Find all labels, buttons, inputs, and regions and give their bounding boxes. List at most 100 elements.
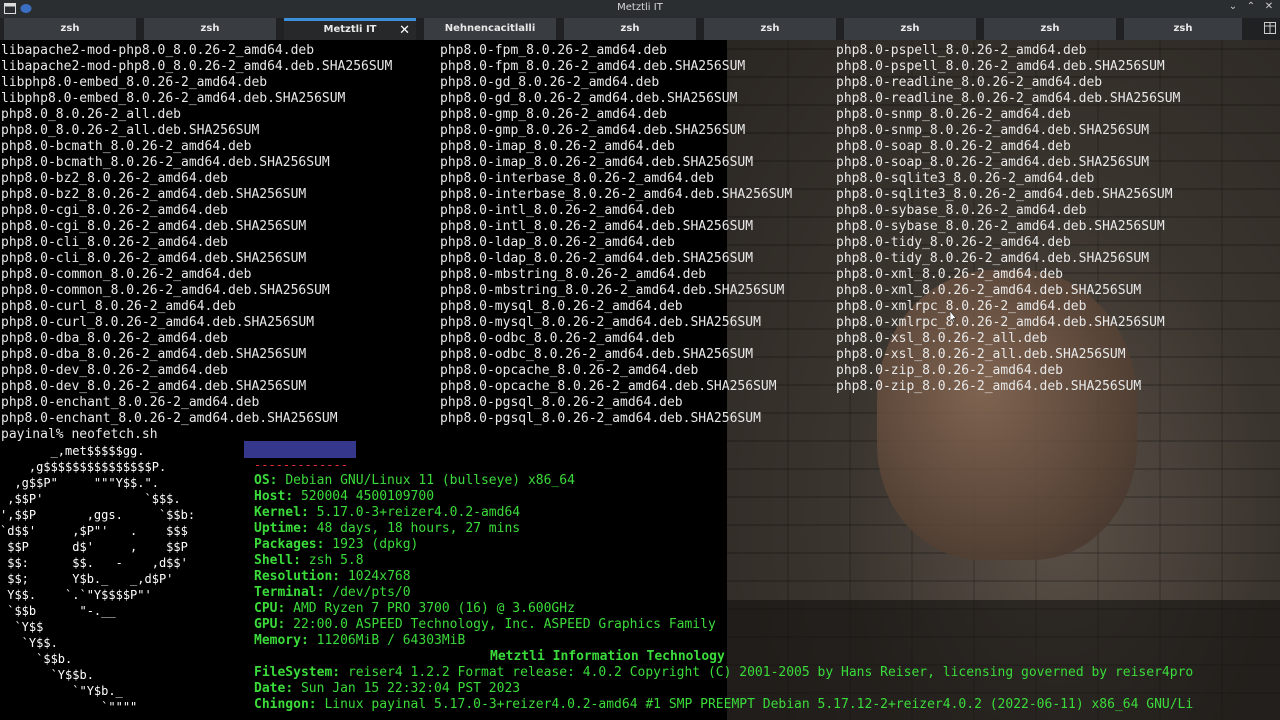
file-entry: php8.0-pgsql_8.0.26-2_amd64.deb [440, 395, 683, 410]
minimize-button[interactable]: ⌄ [1226, 1, 1240, 15]
tab-metztli-it[interactable]: Metztli IT ✕ [284, 18, 416, 40]
file-entry: php8.0-opcache_8.0.26-2_amd64.deb.SHA256… [440, 379, 777, 394]
file-entry: php8.0_8.0.26-2_all.deb [1, 107, 182, 122]
file-entry: php8.0-dev_8.0.26-2_amd64.deb [1, 363, 228, 378]
file-entry: php8.0-zip_8.0.26-2_amd64.deb [836, 363, 1063, 378]
file-entry: php8.0-mysql_8.0.26-2_amd64.deb [440, 299, 683, 314]
file-entry: php8.0-bcmath_8.0.26-2_amd64.deb.SHA256S… [1, 155, 330, 170]
info-row: GPU: 22:00.0 ASPEED Technology, Inc. ASP… [254, 617, 716, 632]
file-entry: php8.0-bz2_8.0.26-2_amd64.deb.SHA256SUM [1, 187, 307, 202]
info-value: AMD Ryzen 7 PRO 3700 (16) @ 3.600GHz [293, 601, 575, 616]
info-key: Uptime [254, 521, 301, 536]
info-key: CPU [254, 601, 278, 616]
logo-line: `d$$' ,$P"' . $$$ [0, 524, 188, 538]
file-entry: libphp8.0-embed_8.0.26-2_amd64.deb.SHA25… [1, 91, 346, 106]
file-entry: php8.0-sybase_8.0.26-2_amd64.deb.SHA256S… [836, 219, 1165, 234]
file-list-column-3: php8.0-pspell_8.0.26-2_amd64.deb php8.0-p… [836, 43, 1180, 395]
info-value: 1024x768 [347, 569, 411, 584]
window-titlebar: Metztli IT ⌄ ⌃ ✕ [0, 0, 1280, 18]
file-entry: php8.0-pspell_8.0.26-2_amd64.deb.SHA256S… [836, 59, 1165, 74]
maximize-button[interactable]: ⌃ [1244, 1, 1258, 15]
file-entry: php8.0-mbstring_8.0.26-2_amd64.deb.SHA25… [440, 283, 785, 298]
info-row: Kernel: 5.17.0-3+reizer4.0.2-amd64 [254, 505, 521, 520]
file-entry: php8.0-intl_8.0.26-2_amd64.deb.SHA256SUM [440, 219, 754, 234]
info-value: 1923 (dpkg) [332, 537, 419, 552]
logo-line: ,g$$$$$$$$$$$$$$$P. [0, 460, 167, 474]
file-entry: php8.0-cli_8.0.26-2_amd64.deb.SHA256SUM [1, 251, 307, 266]
info-row: Packages: 1923 (dpkg) [254, 537, 419, 552]
file-entry: php8.0-fpm_8.0.26-2_amd64.deb.SHA256SUM [440, 59, 746, 74]
file-entry: php8.0-dev_8.0.26-2_amd64.deb.SHA256SUM [1, 379, 307, 394]
tab-zsh-7[interactable]: zsh [844, 18, 976, 40]
logo-line: `Y$$. [0, 636, 58, 650]
file-entry: php8.0-xsl_8.0.26-2_all.deb.SHA256SUM [836, 347, 1126, 362]
file-entry: php8.0-gmp_8.0.26-2_amd64.deb.SHA256SUM [440, 123, 746, 138]
info-key: Date [254, 681, 286, 696]
file-entry: php8.0-readline_8.0.26-2_amd64.deb.SHA25… [836, 91, 1181, 106]
tab-zsh-9[interactable]: zsh [1124, 18, 1242, 40]
info-value: Linux payinal 5.17.0-3+reizer4.0.2-amd64… [324, 697, 1194, 712]
tab-zsh-1[interactable]: zsh [4, 18, 136, 40]
file-entry: php8.0-xsl_8.0.26-2_all.deb [836, 331, 1048, 346]
info-key: Memory [254, 633, 301, 648]
info-key: Resolution [254, 569, 333, 584]
terminal-area[interactable]: libapache2-mod-php8.0_8.0.26-2_amd64.deb… [0, 40, 1280, 720]
system-info: OS: Debian GNU/Linux 11 (bullseye) x86_6… [254, 473, 716, 649]
tab-label: zsh [900, 23, 920, 34]
tab-zsh-8[interactable]: zsh [984, 18, 1116, 40]
tab-label: zsh [760, 23, 780, 34]
file-entry: php8.0_8.0.26-2_all.deb.SHA256SUM [1, 123, 260, 138]
logo-line: `"""" [0, 700, 138, 714]
tab-label: Metztli IT [323, 24, 377, 35]
file-entry: php8.0-sqlite3_8.0.26-2_amd64.deb.SHA256… [836, 187, 1173, 202]
file-entry: php8.0-gd_8.0.26-2_amd64.deb.SHA256SUM [440, 91, 738, 106]
info-value: 520004 4500109700 [300, 489, 435, 504]
mouse-cursor-icon [950, 311, 956, 323]
file-entry: php8.0-dba_8.0.26-2_amd64.deb.SHA256SUM [1, 347, 307, 362]
info-value: 48 days, 18 hours, 27 mins [316, 521, 521, 536]
logo-line: Y$$. `.`"Y$$$$P"' [0, 588, 152, 602]
file-entry: php8.0-snmp_8.0.26-2_amd64.deb.SHA256SUM [836, 123, 1150, 138]
tab-list-icon[interactable] [1264, 22, 1276, 34]
close-tab-icon[interactable]: ✕ [399, 22, 410, 39]
file-entry: php8.0-enchant_8.0.26-2_amd64.deb.SHA256… [1, 411, 338, 426]
file-entry: php8.0-intl_8.0.26-2_amd64.deb [440, 203, 675, 218]
file-entry: php8.0-imap_8.0.26-2_amd64.deb [440, 139, 675, 154]
logo-line: $$: $$. - ,d$$' [0, 556, 188, 570]
tab-zsh-5[interactable]: zsh [564, 18, 696, 40]
info-row: Date: Sun Jan 15 22:32:04 PST 2023 [254, 681, 521, 696]
file-entry: php8.0-bcmath_8.0.26-2_amd64.deb [1, 139, 252, 154]
info-value: Sun Jan 15 22:32:04 PST 2023 [300, 681, 521, 696]
info-value: zsh 5.8 [308, 553, 364, 568]
file-entry: php8.0-dba_8.0.26-2_amd64.deb [1, 331, 228, 346]
logo-line: $$; Y$b._ _,d$P' [0, 572, 174, 586]
file-list-column-1: libapache2-mod-php8.0_8.0.26-2_amd64.deb… [1, 43, 392, 427]
file-entry: php8.0-opcache_8.0.26-2_amd64.deb [440, 363, 699, 378]
company-name: Metztli Information Technology [490, 649, 725, 664]
logo-line: `Y$$b. [0, 668, 94, 682]
debian-ascii-logo: _,met$$$$$gg. ,g$$$$$$$$$$$$$$$P. ,g$$P"… [0, 443, 195, 715]
file-entry: php8.0-curl_8.0.26-2_amd64.deb [1, 299, 236, 314]
info-key: Shell [254, 553, 294, 568]
tab-nehnencacitlalli[interactable]: Nehnencacitlalli [424, 18, 556, 40]
info-row: Resolution: 1024x768 [254, 569, 411, 584]
tab-zsh-6[interactable]: zsh [704, 18, 836, 40]
info-value: 5.17.0-3+reizer4.0.2-amd64 [316, 505, 521, 520]
file-entry: php8.0-mbstring_8.0.26-2_amd64.deb [440, 267, 707, 282]
file-entry: php8.0-imap_8.0.26-2_amd64.deb.SHA256SUM [440, 155, 754, 170]
file-entry: php8.0-enchant_8.0.26-2_amd64.deb [1, 395, 260, 410]
close-window-button[interactable]: ✕ [1262, 1, 1276, 15]
file-entry: php8.0-common_8.0.26-2_amd64.deb [1, 267, 252, 282]
file-entry: php8.0-ldap_8.0.26-2_amd64.deb [440, 235, 675, 250]
file-entry: php8.0-fpm_8.0.26-2_amd64.deb [440, 43, 667, 58]
info-key: GPU [254, 617, 278, 632]
tab-zsh-2[interactable]: zsh [144, 18, 276, 40]
logo-line: ',$$P ,ggs. `$$b: [0, 508, 196, 522]
logo-line: `"Y$b._ [0, 684, 123, 698]
file-entry: php8.0-soap_8.0.26-2_amd64.deb.SHA256SUM [836, 155, 1150, 170]
info-separator: ------------- [254, 458, 348, 472]
file-entry: php8.0-sqlite3_8.0.26-2_amd64.deb [836, 171, 1095, 186]
file-entry: php8.0-mysql_8.0.26-2_amd64.deb.SHA256SU… [440, 315, 761, 330]
file-entry: php8.0-xml_8.0.26-2_amd64.deb.SHA256SUM [836, 283, 1142, 298]
info-row: Host: 520004 4500109700 [254, 489, 435, 504]
